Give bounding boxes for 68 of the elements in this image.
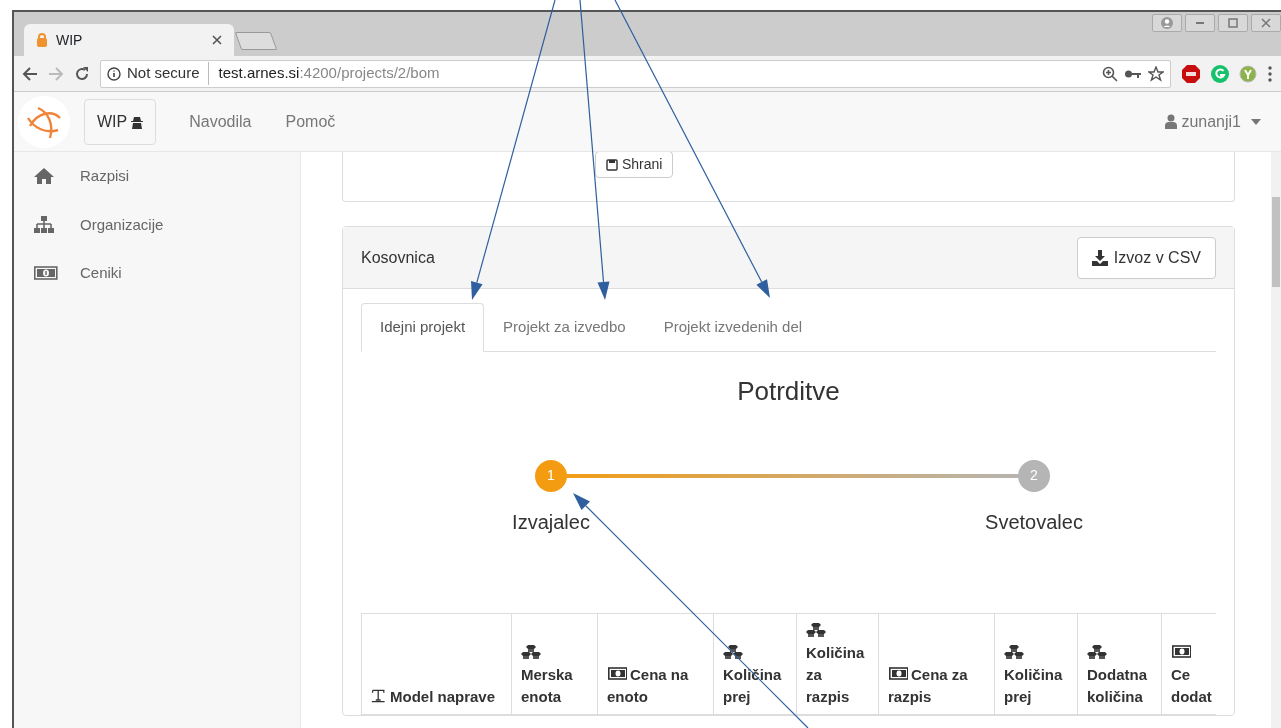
step-circle: 1 bbox=[535, 459, 567, 492]
section-title: Potrditve bbox=[736, 374, 841, 408]
text-height-icon bbox=[371, 687, 387, 704]
step-circle: 2 bbox=[1018, 459, 1050, 492]
download-icon bbox=[1091, 249, 1108, 266]
new-tab-button[interactable] bbox=[234, 32, 278, 50]
banknote-icon bbox=[607, 665, 627, 682]
url-text: test.arnes.si:4200/projects/2/bom bbox=[217, 63, 440, 84]
sidebar-item[interactable]: Ceniki bbox=[14, 249, 300, 298]
zoom-icon[interactable] bbox=[1102, 65, 1118, 82]
maximize-icon bbox=[1228, 18, 1238, 28]
sidebar-item[interactable]: Organizacije bbox=[14, 200, 300, 249]
user-icon bbox=[1165, 114, 1178, 129]
scrollbar[interactable] bbox=[1271, 152, 1281, 728]
cubes-icon bbox=[806, 621, 826, 638]
stop-sign-icon[interactable] bbox=[1181, 63, 1201, 84]
brand-button[interactable]: WIP bbox=[84, 98, 157, 145]
person-icon bbox=[1161, 17, 1173, 29]
cubes-icon bbox=[1087, 643, 1107, 660]
nav-link[interactable]: Navodila bbox=[172, 109, 269, 134]
address-bar[interactable]: Not secure test.arnes.si:4200/projects/2/bom bbox=[100, 59, 1171, 88]
step-label: Svetovalec bbox=[985, 509, 1083, 535]
save-icon bbox=[606, 159, 618, 172]
reload-icon[interactable] bbox=[74, 65, 90, 82]
column-header[interactable]: Dodatna količina bbox=[1077, 613, 1162, 714]
banknote-icon bbox=[1171, 643, 1191, 660]
lock-icon bbox=[36, 33, 48, 47]
close-icon[interactable] bbox=[212, 35, 222, 45]
cubes-icon bbox=[521, 643, 541, 660]
back-icon[interactable] bbox=[22, 65, 38, 82]
banknote-icon bbox=[888, 665, 908, 682]
banknote-icon bbox=[34, 264, 58, 283]
cubes-icon bbox=[1004, 643, 1024, 660]
export-button[interactable]: Izvoz v CSV bbox=[1076, 236, 1216, 279]
maximize-button[interactable] bbox=[1218, 14, 1248, 32]
sidebar-item[interactable]: Razpisi bbox=[14, 152, 300, 201]
column-header[interactable]: Cena na enoto bbox=[597, 613, 714, 714]
column-header[interactable]: Količina za razpis bbox=[796, 613, 879, 714]
column-header[interactable]: Merska enota bbox=[511, 613, 598, 714]
star-icon[interactable] bbox=[1148, 65, 1164, 82]
card-title: Kosovnica bbox=[361, 247, 435, 268]
extension-icon[interactable] bbox=[1211, 64, 1229, 83]
caret-icon bbox=[1251, 118, 1261, 125]
tab[interactable]: Idejni projekt bbox=[361, 303, 485, 352]
close-window-button[interactable] bbox=[1251, 14, 1281, 32]
extension-icon[interactable] bbox=[1239, 64, 1257, 83]
tab[interactable]: Projekt za izvedbo bbox=[484, 303, 645, 352]
column-header[interactable]: Model naprave bbox=[361, 613, 512, 714]
column-header[interactable]: Količina prej bbox=[994, 613, 1078, 714]
profile-button[interactable] bbox=[1152, 14, 1182, 32]
info-icon bbox=[107, 66, 121, 81]
minimize-icon bbox=[1195, 22, 1205, 24]
step-label: Izvajalec bbox=[512, 509, 590, 535]
forward-icon[interactable] bbox=[48, 65, 64, 82]
column-header[interactable]: Cena za razpis bbox=[878, 613, 995, 714]
column-header[interactable]: Ce dodat bbox=[1161, 613, 1216, 714]
tab[interactable]: Projekt izvedenih del bbox=[644, 303, 822, 352]
cubes-icon bbox=[723, 643, 743, 660]
close-icon bbox=[1261, 18, 1271, 28]
browser-tab[interactable]: WIP bbox=[24, 24, 234, 56]
minimize-button[interactable] bbox=[1185, 14, 1215, 32]
menu-icon[interactable] bbox=[1267, 64, 1273, 83]
user-menu[interactable]: zunanji1 bbox=[1165, 109, 1261, 134]
nav-link[interactable]: Pomoč bbox=[268, 109, 353, 134]
tab-title: WIP bbox=[56, 30, 83, 50]
spy-icon bbox=[131, 114, 144, 129]
security-label: Not secure bbox=[127, 62, 209, 85]
save-button[interactable]: Shrani bbox=[595, 152, 674, 178]
